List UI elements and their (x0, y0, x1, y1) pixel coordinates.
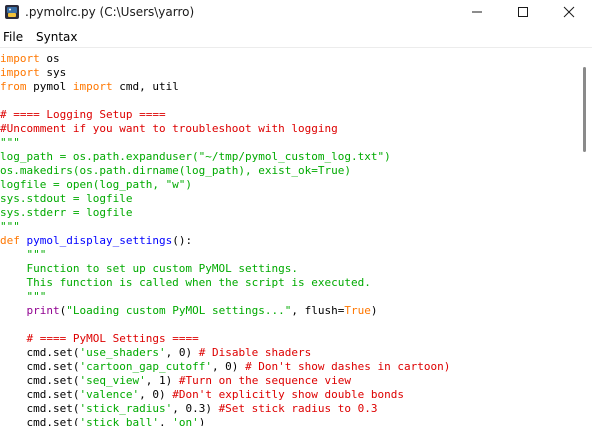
code-token: os.makedirs(os.path.dirname(log_path), e… (0, 164, 351, 177)
code-token: cmd.set( (0, 416, 80, 426)
code-token: , (158, 416, 173, 426)
code-line: cmd.set('stick_ball', 'on') (0, 416, 205, 426)
code-token: from (0, 80, 27, 93)
code-token: # ==== PyMOL Settings ==== (26, 332, 199, 345)
code-token: ) (370, 304, 378, 317)
menu-bar: File Syntax (0, 27, 592, 48)
code-token: (): (172, 234, 193, 247)
code-token: """ (0, 248, 47, 261)
code-line: os.makedirs(os.path.dirname(log_path), e… (0, 164, 351, 178)
maximize-icon (518, 7, 528, 17)
code-token: , 0) (165, 346, 199, 359)
close-icon (563, 6, 575, 18)
code-token: sys.stdout = logfile (0, 192, 133, 205)
code-token: pymol_display_settings (26, 234, 173, 247)
title-bar[interactable]: .pymolrc.py (C:\Users\yarro) (0, 0, 592, 26)
code-token: , 0) (139, 388, 173, 401)
code-line: cmd.set('stick_radius', 0.3) #Set stick … (0, 402, 378, 416)
code-token: """ (0, 290, 47, 303)
code-token: cmd.set( (0, 346, 80, 359)
code-line: import sys (0, 66, 66, 80)
code-line: # ==== PyMOL Settings ==== (0, 332, 199, 346)
code-line: log_path = os.path.expanduser("~/tmp/pym… (0, 150, 391, 164)
code-token: 'valence' (79, 388, 140, 401)
code-editor[interactable]: import os import sys from pymol import cmd… (0, 48, 580, 426)
code-token: pymol (26, 80, 73, 93)
vertical-scrollbar[interactable] (580, 48, 592, 426)
code-line: #Uncomment if you want to troubleshoot w… (0, 122, 338, 136)
minimize-icon (472, 11, 482, 13)
code-token: """ (0, 220, 20, 233)
code-line: cmd.set('seq_view', 1) #Turn on the sequ… (0, 374, 351, 388)
code-token: import (72, 80, 113, 93)
code-token: cmd.set( (0, 360, 80, 373)
code-token: "Loading custom PyMOL settings..." (66, 304, 292, 317)
code-line: sys.stdout = logfile (0, 192, 132, 206)
code-token: print (26, 304, 60, 317)
code-line: print("Loading custom PyMOL settings..."… (0, 304, 378, 318)
code-token: #Don't explicitly show double bonds (172, 388, 405, 401)
window-title: .pymolrc.py (C:\Users\yarro) (25, 5, 195, 19)
code-token: log_path = os.path.expanduser("~/tmp/pym… (0, 150, 391, 163)
code-line: sys.stderr = logfile (0, 206, 132, 220)
code-line: # ==== Logging Setup ==== (0, 108, 166, 122)
code-line: logfile = open(log_path, "w") (0, 178, 192, 192)
code-token: 'cartoon_gap_cutoff' (79, 360, 212, 373)
code-token: cmd.set( (0, 374, 80, 387)
minimize-button[interactable] (454, 0, 500, 24)
code-token: #Uncomment if you want to troubleshoot w… (0, 122, 338, 135)
code-token: , 1) (145, 374, 179, 387)
code-token: import (0, 66, 40, 79)
code-token: os (39, 52, 60, 65)
code-token: 'on' (172, 416, 199, 426)
idle-python-icon (5, 4, 19, 19)
code-token: # Don't show dashes in cartoon) (245, 360, 451, 373)
code-token: , 0.3) (172, 402, 219, 415)
code-token: # Disable shaders (198, 346, 312, 359)
code-token: sys.stderr = logfile (0, 206, 133, 219)
code-token: cmd.set( (0, 388, 80, 401)
code-line: """ (0, 136, 20, 150)
code-line: cmd.set('valence', 0) #Don't explicitly … (0, 388, 404, 402)
code-token: , flush= (291, 304, 345, 317)
code-token: Function to set up custom PyMOL settings… (0, 262, 299, 275)
code-token: logfile = open(log_path, "w") (0, 178, 193, 191)
code-line: """ (0, 248, 46, 262)
menu-file[interactable]: File (3, 30, 23, 44)
code-token: 'seq_view' (79, 374, 146, 387)
code-line: """ (0, 290, 46, 304)
close-button[interactable] (546, 0, 592, 24)
code-line: """ (0, 220, 20, 234)
scrollbar-thumb[interactable] (583, 67, 586, 152)
code-line: import os (0, 52, 60, 66)
code-token: 'stick_radius' (79, 402, 173, 415)
code-token: 'stick_ball' (79, 416, 159, 426)
code-line: cmd.set('cartoon_gap_cutoff', 0) # Don't… (0, 360, 450, 374)
code-token: #Turn on the sequence view (178, 374, 352, 387)
code-line: This function is called when the script … (0, 276, 371, 290)
code-token: cmd, util (112, 80, 179, 93)
code-token: True (344, 304, 371, 317)
code-token: ) (198, 416, 206, 426)
code-token: 'use_shaders' (79, 346, 166, 359)
menu-syntax[interactable]: Syntax (36, 30, 77, 44)
code-token: , 0) (211, 360, 246, 373)
code-token: """ (0, 136, 20, 149)
code-line: from pymol import cmd, util (0, 80, 179, 94)
code-token: #Set stick radius to 0.3 (218, 402, 378, 415)
code-line: cmd.set('use_shaders', 0) # Disable shad… (0, 346, 311, 360)
code-token: import (0, 52, 40, 65)
code-token: sys (39, 66, 67, 79)
maximize-button[interactable] (500, 0, 546, 24)
code-token: def (0, 234, 20, 247)
code-token: This function is called when the script … (0, 276, 371, 289)
code-line: Function to set up custom PyMOL settings… (0, 262, 298, 276)
code-token: # ==== Logging Setup ==== (0, 108, 166, 121)
code-token: cmd.set( (0, 402, 80, 415)
code-line: def pymol_display_settings(): (0, 234, 192, 248)
